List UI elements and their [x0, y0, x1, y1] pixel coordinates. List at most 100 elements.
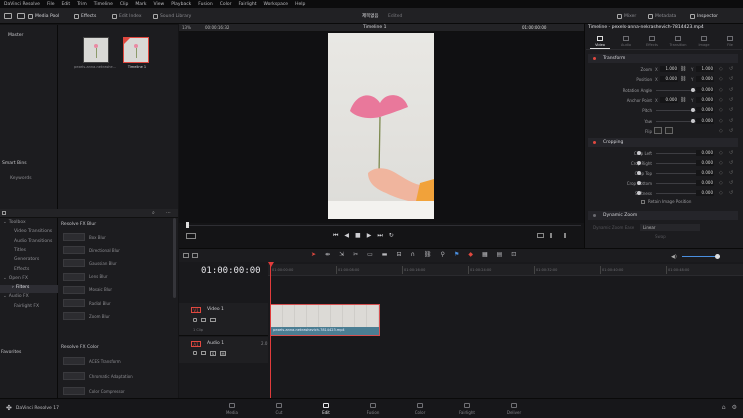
dynamic-zoom-enable-icon[interactable]	[593, 214, 596, 217]
loop-icon[interactable]: ↻	[389, 232, 394, 240]
timeline-options-icon[interactable]	[192, 253, 198, 258]
zoom-custom-icon[interactable]: ⊡	[511, 251, 516, 258]
transform-enable-icon[interactable]	[593, 57, 596, 60]
search-icon[interactable]: ⌕	[152, 210, 155, 216]
auto-select-icon[interactable]	[201, 318, 206, 322]
inspector-tab-video[interactable]: Video	[590, 34, 610, 49]
inspector-tab-audio[interactable]: Audio	[616, 34, 636, 49]
effects-tree-item[interactable]: ⌄ Open FX	[0, 276, 58, 284]
home-icon[interactable]: ⌂	[722, 404, 726, 411]
param-value-field[interactable]: 1.000	[696, 66, 714, 72]
metadata-button[interactable]: Metadata	[648, 11, 676, 21]
keyframe-icon[interactable]: ◇	[719, 150, 723, 156]
panel-layout-icon[interactable]	[17, 13, 25, 19]
menu-item-color[interactable]: Color	[220, 2, 232, 7]
param-x-field[interactable]: 0.000	[660, 96, 678, 103]
viewer-zoom[interactable]: 13%	[182, 25, 191, 30]
link-icon[interactable]: ⛓	[424, 251, 432, 258]
flag-icon[interactable]: ⚑	[454, 251, 459, 258]
volume-icon[interactable]: ◀)	[671, 254, 677, 260]
timeline-video-clip[interactable]: pexels-anna-nekrashevich-7814423.mp4	[270, 304, 380, 336]
stop-icon[interactable]: ■	[355, 232, 361, 240]
reset-icon[interactable]: ↺	[729, 118, 733, 124]
menu-item-fusion[interactable]: Fusion	[198, 2, 212, 7]
keyframe-icon[interactable]: ◇	[719, 190, 723, 196]
smart-bin-keywords[interactable]: Keywords	[10, 176, 32, 181]
position-lock-icon[interactable]: ⚲	[441, 251, 445, 258]
lock-icon[interactable]	[193, 351, 197, 355]
param-slider-knob[interactable]	[691, 87, 695, 92]
auto-select-icon[interactable]	[201, 351, 206, 355]
cropping-section[interactable]: Cropping	[588, 138, 738, 147]
param-x-field[interactable]: 1.000	[660, 66, 678, 72]
flip-vertical-button[interactable]	[665, 126, 673, 134]
match-frame-icon[interactable]	[537, 233, 544, 238]
playhead-handle[interactable]	[268, 262, 274, 267]
mute-button[interactable]: M	[220, 351, 226, 356]
param-slider-knob[interactable]	[691, 118, 695, 123]
retain-checkbox[interactable]	[641, 199, 645, 204]
volume-knob[interactable]	[715, 254, 720, 259]
bin-master[interactable]: Master	[0, 25, 57, 38]
menu-item-mark[interactable]: Mark	[135, 2, 146, 7]
dynamic-zoom-ease-select[interactable]: Linear	[640, 224, 700, 231]
inspector-tab-effects[interactable]: Effects	[642, 34, 662, 49]
reset-icon[interactable]: ↺	[729, 180, 733, 186]
keyframe-icon[interactable]: ◇	[719, 87, 723, 93]
trim-tool-icon[interactable]: ⇹	[325, 251, 330, 258]
page-edit[interactable]: Edit	[309, 403, 343, 417]
mixer-button[interactable]: Mixer	[617, 11, 636, 21]
param-value-field[interactable]: 0.000	[696, 150, 714, 156]
scrubber-handle[interactable]	[186, 222, 189, 228]
param-slider-knob[interactable]	[691, 108, 695, 113]
transform-section[interactable]: Transform	[588, 54, 738, 63]
viewer-scrubber[interactable]	[186, 225, 581, 226]
menu-item-clip[interactable]: Clip	[120, 2, 129, 7]
effects-tree-item[interactable]: Titles	[0, 248, 58, 256]
overwrite-clip-icon[interactable]: ▬	[382, 251, 388, 258]
menu-item-playback[interactable]: Playback	[171, 2, 191, 7]
param-slider-knob[interactable]	[637, 191, 641, 195]
mark-out-icon[interactable]	[561, 233, 566, 238]
solo-button[interactable]: S	[210, 351, 216, 356]
effect-item[interactable]: Chromatic Adaptation	[63, 371, 167, 381]
reset-icon[interactable]: ↺	[729, 66, 733, 72]
reset-icon[interactable]: ↺	[729, 190, 733, 196]
inspector-tab-file[interactable]: File	[720, 34, 740, 49]
jump-start-icon[interactable]: ⏮	[333, 232, 338, 240]
video-track-id[interactable]: V1	[191, 307, 201, 313]
zoom-full-icon[interactable]: ▦	[482, 251, 488, 258]
param-slider-knob[interactable]	[637, 161, 641, 165]
effects-tree-item[interactable]: › Filters	[0, 285, 58, 294]
param-value-field[interactable]: 0.000	[696, 190, 714, 196]
effects-button[interactable]: Effects	[74, 11, 96, 21]
keyframe-icon[interactable]: ◇	[719, 107, 723, 113]
audio-track-name[interactable]: Audio 1	[207, 341, 224, 346]
reset-icon[interactable]: ↺	[729, 76, 733, 82]
menu-item-workspace[interactable]: Workspace	[263, 2, 288, 7]
menu-item-edit[interactable]: Edit	[61, 2, 70, 7]
effects-tree-item[interactable]: ⌄ Toolbox	[0, 220, 58, 228]
snapping-icon[interactable]: ∩	[411, 251, 415, 258]
param-value-field[interactable]: 0.000	[696, 96, 714, 103]
panel-toggle-icon[interactable]	[2, 211, 6, 215]
effects-scrollbar[interactable]	[173, 218, 176, 298]
param-value-field[interactable]: 0.000	[696, 160, 714, 166]
media-clip-thumbnail[interactable]	[83, 37, 109, 63]
page-fairlight[interactable]: Fairlight	[450, 403, 484, 417]
dynamic-zoom-section[interactable]: Dynamic Zoom	[588, 211, 738, 220]
param-slider-knob[interactable]	[637, 151, 641, 155]
effect-item[interactable]: Mosaic Blur	[63, 285, 167, 295]
page-fusion[interactable]: Fusion	[356, 403, 390, 417]
dynamic-trim-icon[interactable]: ⇲	[339, 251, 344, 258]
selection-tool-icon[interactable]: ➤	[311, 251, 316, 258]
reset-icon[interactable]: ↺	[729, 87, 733, 93]
reset-icon[interactable]: ↺	[729, 128, 733, 134]
more-options-icon[interactable]: ⋯	[166, 210, 171, 216]
menu-item-view[interactable]: View	[154, 2, 165, 7]
settings-icon[interactable]: ⚙	[732, 404, 737, 411]
retain-image-position-row[interactable]: Retain Image Position	[641, 199, 691, 204]
menu-item-davinci-resolve[interactable]: DaVinci Resolve	[4, 2, 40, 7]
effect-item[interactable]: Lens Blur	[63, 272, 167, 282]
effects-tree-item[interactable]: Fairlight FX	[0, 304, 58, 312]
